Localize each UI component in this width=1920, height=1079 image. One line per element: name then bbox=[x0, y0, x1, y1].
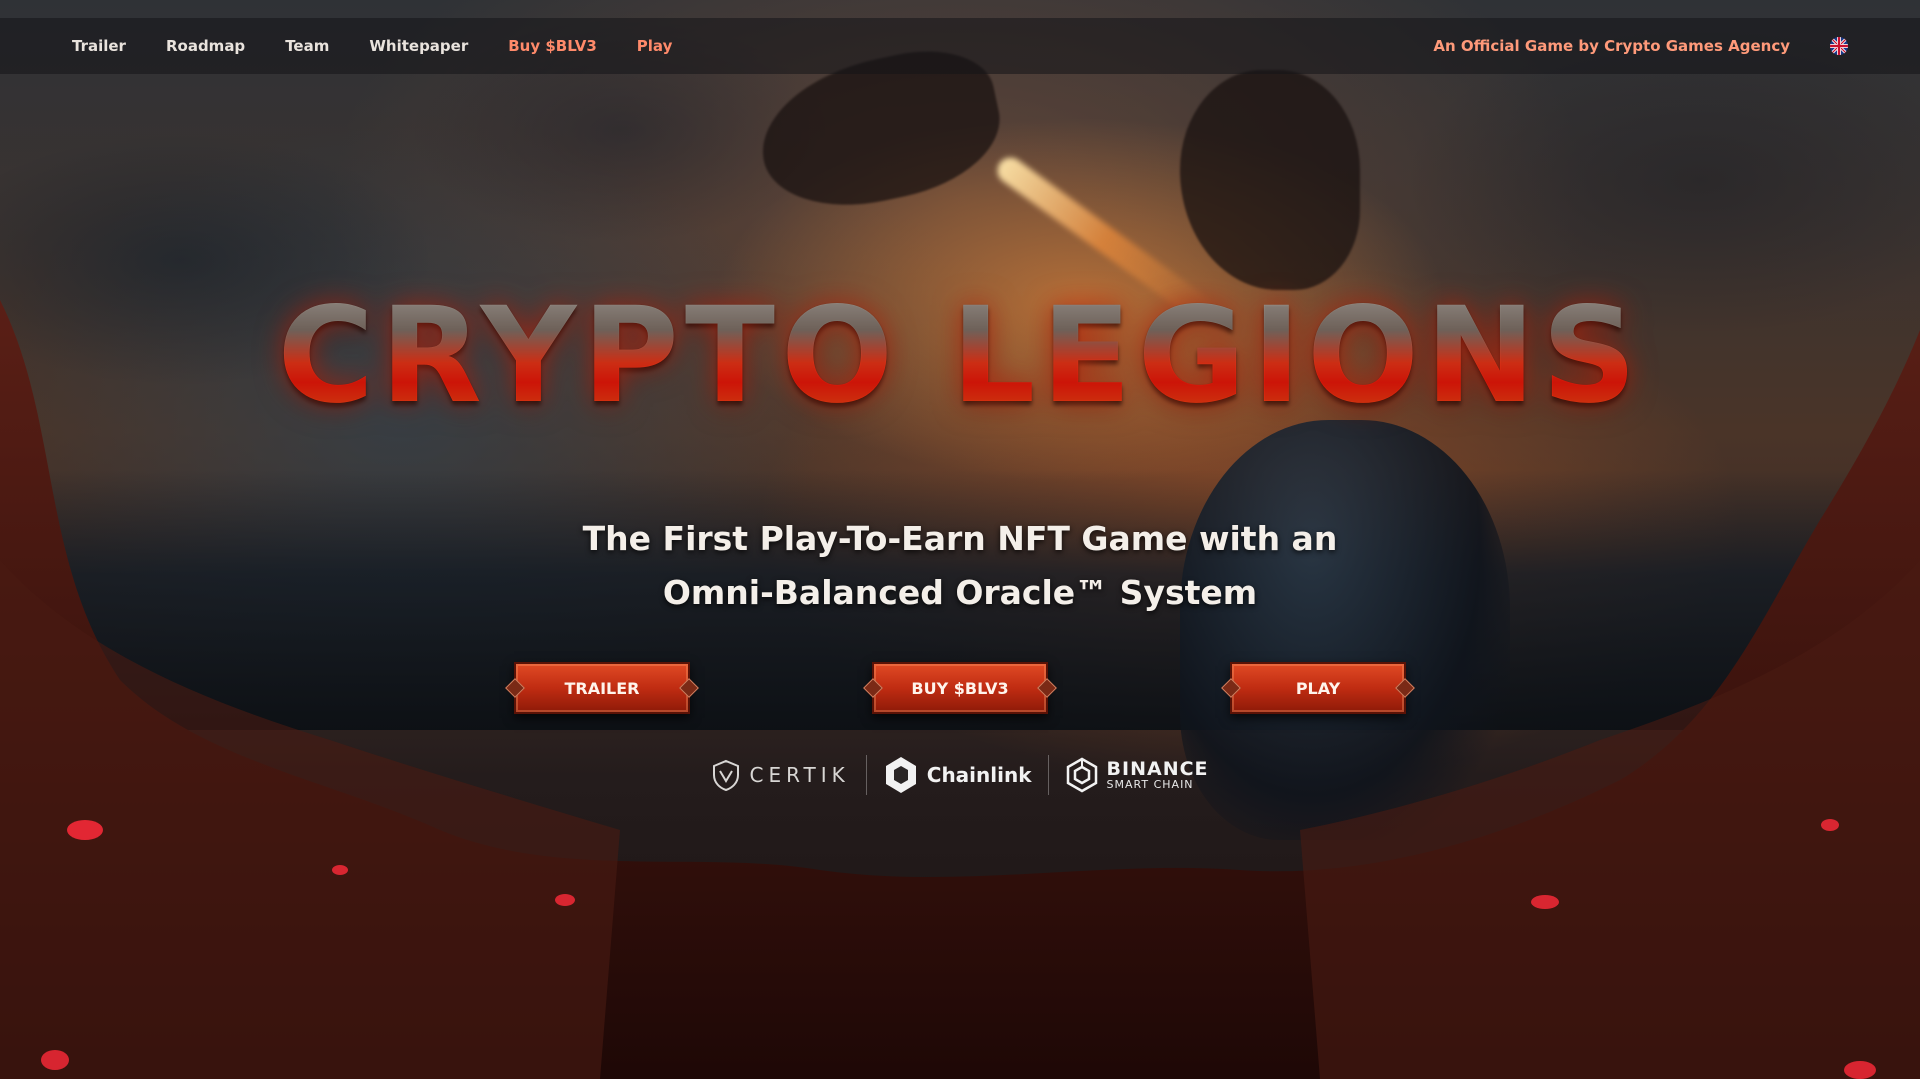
nav-link-whitepaper[interactable]: Whitepaper bbox=[369, 37, 468, 55]
certik-shield-icon bbox=[713, 759, 740, 791]
nav-link-roadmap[interactable]: Roadmap bbox=[166, 37, 245, 55]
buy-blv3-button[interactable]: BUY $BLV3 bbox=[872, 662, 1048, 714]
certik-text: CERTIK bbox=[749, 763, 850, 787]
chainlink-hexagon-icon bbox=[885, 757, 916, 793]
chainlink-logo: Chainlink bbox=[867, 755, 1048, 795]
nav-link-buy[interactable]: Buy $BLV3 bbox=[508, 37, 597, 55]
binance-text: BINANCE bbox=[1106, 758, 1209, 780]
binance-wordmark: BINANCE SMART CHAIN bbox=[1106, 758, 1209, 791]
smart-chain-text: SMART CHAIN bbox=[1106, 778, 1194, 791]
trailer-button[interactable]: TRAILER bbox=[514, 662, 690, 714]
hero-subtitle: The First Play-To-Earn NFT Game with an … bbox=[0, 512, 1920, 620]
nav-right: An Official Game by Crypto Games Agency bbox=[1433, 37, 1848, 55]
nav-link-team[interactable]: Team bbox=[285, 37, 329, 55]
nav-links: Trailer Roadmap Team Whitepaper Buy $BLV… bbox=[72, 37, 1433, 55]
nav-link-play[interactable]: Play bbox=[637, 37, 673, 55]
subtitle-line-1: The First Play-To-Earn NFT Game with an bbox=[582, 519, 1338, 558]
subtitle-line-2: Omni-Balanced Oracle™ System bbox=[662, 573, 1258, 612]
nav-link-trailer[interactable]: Trailer bbox=[72, 37, 126, 55]
hero-buttons: TRAILER BUY $BLV3 PLAY bbox=[0, 662, 1920, 714]
uk-flag-icon[interactable] bbox=[1830, 37, 1848, 55]
play-button[interactable]: PLAY bbox=[1230, 662, 1406, 714]
hero-section: Trailer Roadmap Team Whitepaper Buy $BLV… bbox=[0, 0, 1920, 1079]
binance-logo: BINANCE SMART CHAIN bbox=[1049, 757, 1225, 793]
chainlink-text: Chainlink bbox=[926, 763, 1032, 787]
partner-logos: CERTIK Chainlink BINANCE SMART CHAIN bbox=[0, 755, 1920, 795]
top-navigation: Trailer Roadmap Team Whitepaper Buy $BLV… bbox=[0, 18, 1920, 74]
binance-cube-icon bbox=[1066, 757, 1097, 793]
agency-link[interactable]: An Official Game by Crypto Games Agency bbox=[1433, 37, 1790, 55]
certik-logo: CERTIK bbox=[695, 759, 865, 791]
game-title-logo: CRYPTO LEGIONS bbox=[0, 290, 1920, 422]
